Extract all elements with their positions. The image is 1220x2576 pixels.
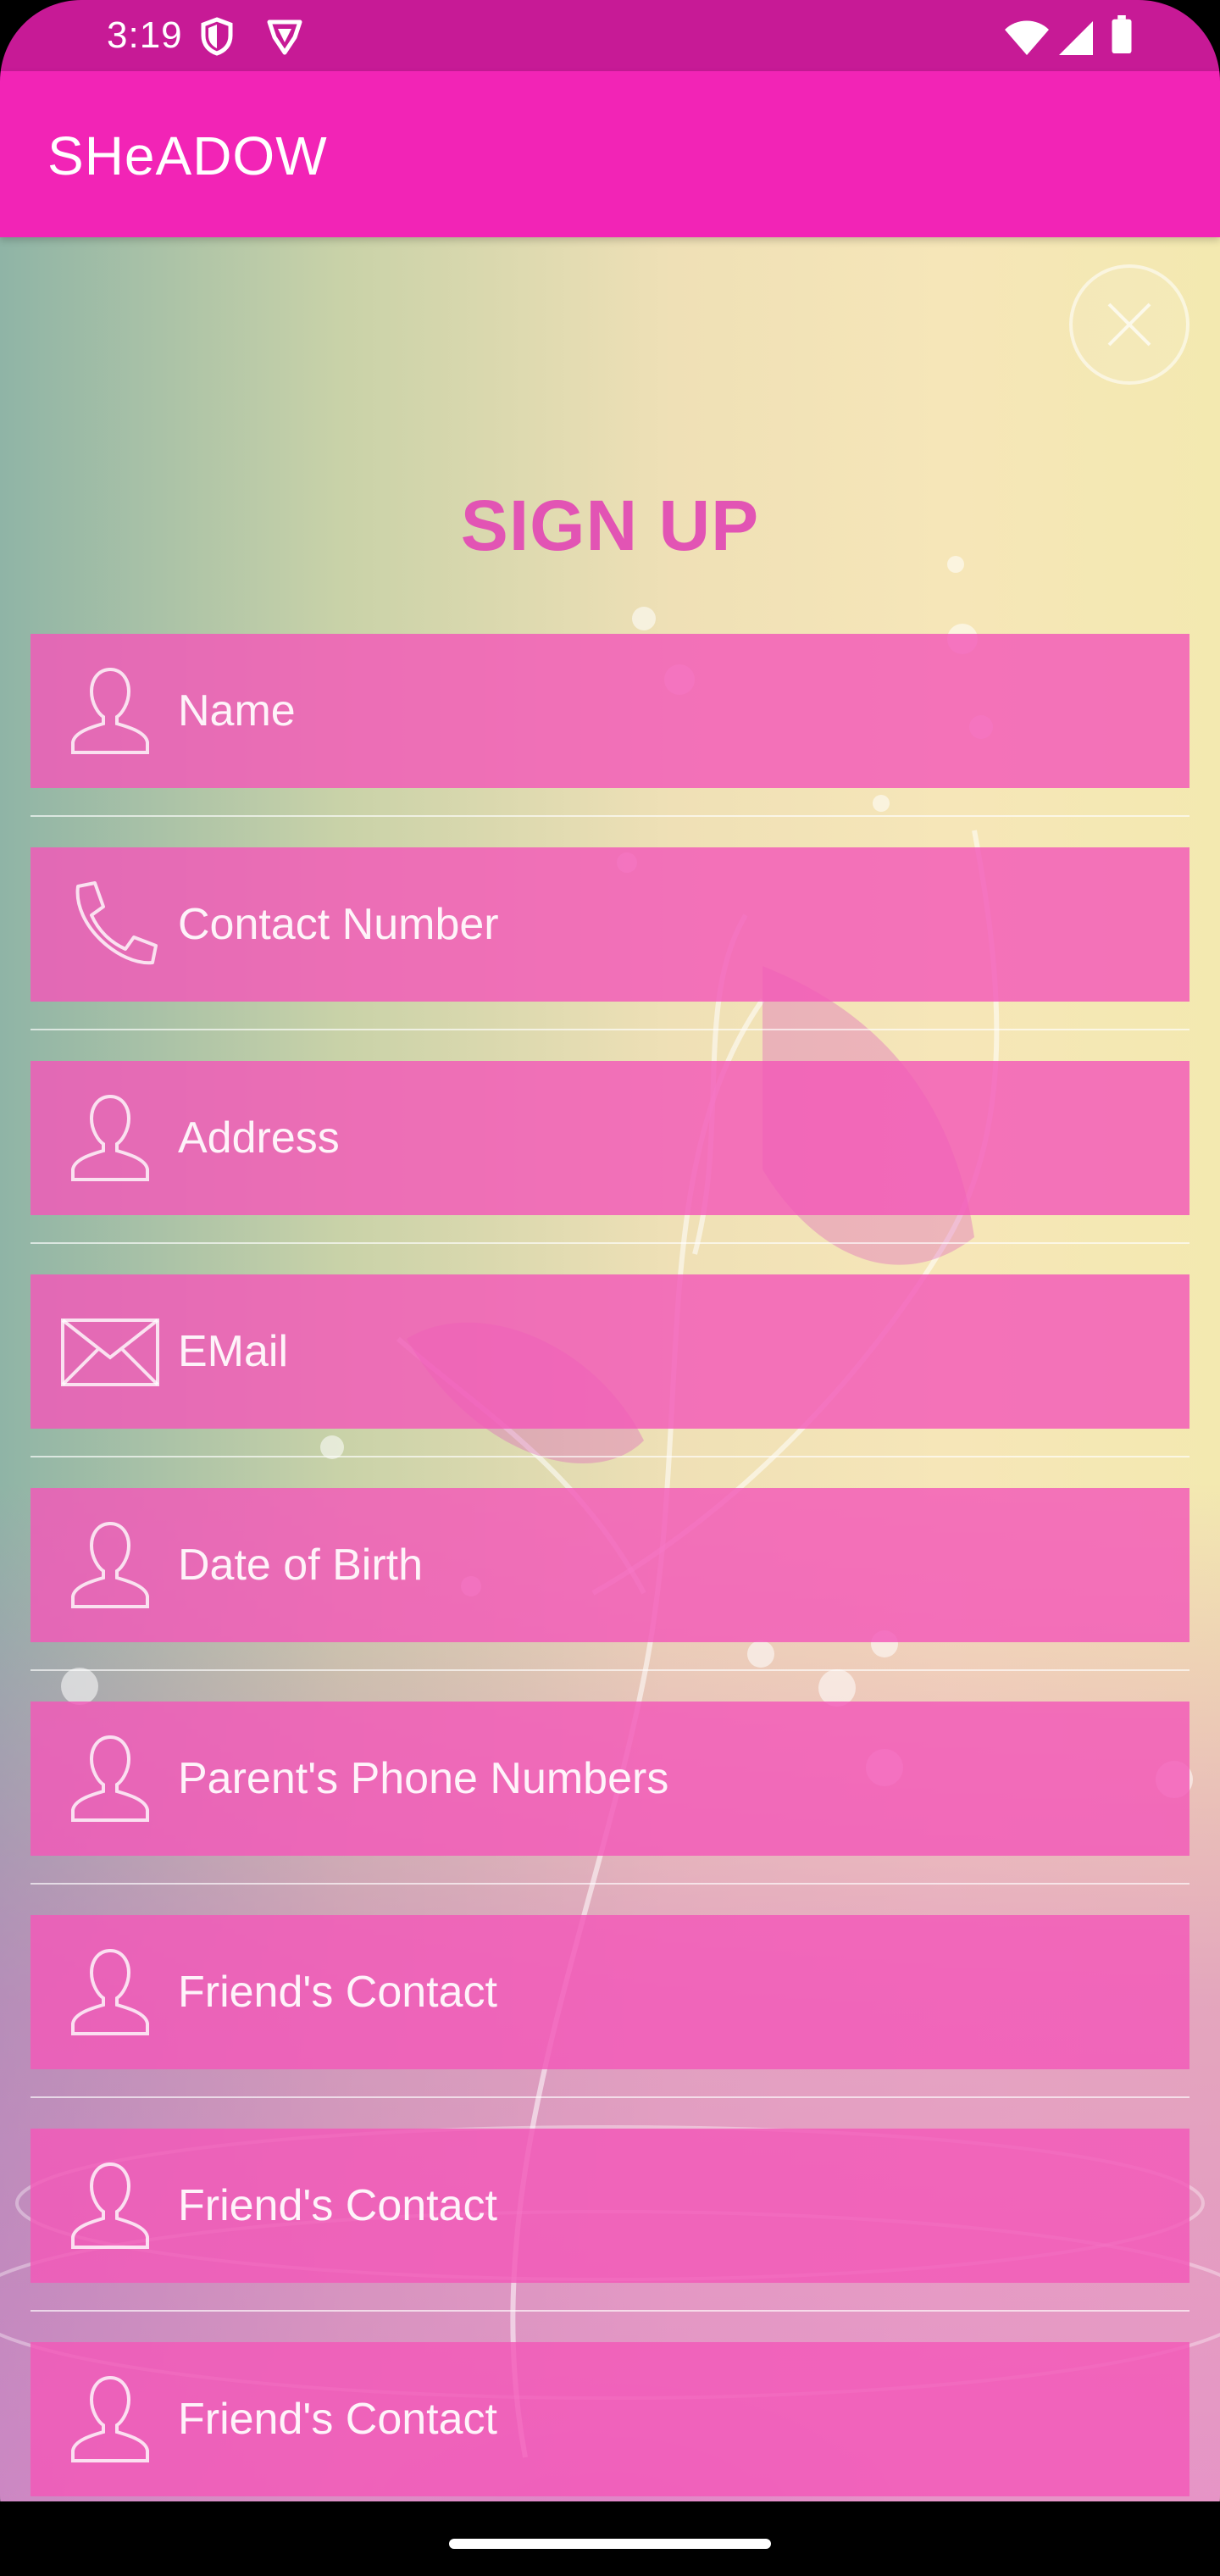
name-field[interactable] [30, 634, 1190, 788]
shield-icon [201, 17, 233, 56]
name-input[interactable] [178, 634, 1161, 788]
parents-phone-field[interactable] [30, 1702, 1190, 1856]
email-input[interactable] [178, 1274, 1161, 1429]
status-time: 3:19 [107, 14, 183, 56]
home-gesture-handle[interactable] [449, 2539, 771, 2549]
friend-contact-field-3[interactable] [30, 2342, 1190, 2496]
friend-contact-input-2[interactable] [178, 2129, 1161, 2283]
parents-phone-input[interactable] [178, 1702, 1161, 1856]
device-screen: 3:19 SHeADOW SIGN UP Name Contact Number… [0, 0, 1220, 2576]
navigation-bar [0, 2501, 1220, 2576]
field-divider [30, 2310, 1190, 2312]
friend-contact-input-1[interactable] [178, 1915, 1161, 2069]
friend-contact-input-3[interactable] [178, 2342, 1161, 2496]
contact-number-input[interactable] [178, 847, 1161, 1002]
field-divider [30, 815, 1190, 817]
phone-icon [75, 881, 158, 965]
form-title: SIGN UP [460, 486, 760, 565]
person-icon [71, 667, 149, 754]
field-divider [30, 1242, 1190, 1244]
address-field[interactable] [30, 1061, 1190, 1215]
signal-icon [1059, 21, 1093, 55]
app-bar: SHeADOW [0, 71, 1220, 237]
person-icon [71, 1094, 149, 1181]
wifi-icon [1005, 20, 1049, 55]
contact-number-field[interactable] [30, 847, 1190, 1002]
field-divider [30, 1456, 1190, 1457]
field-divider [30, 2096, 1190, 2098]
field-divider [30, 1029, 1190, 1030]
email-field[interactable] [30, 1274, 1190, 1429]
person-icon [71, 2375, 149, 2462]
vpn-shield-icon [267, 19, 302, 55]
close-icon [1107, 303, 1151, 347]
friend-contact-field-1[interactable] [30, 1915, 1190, 2069]
battery-icon [1112, 15, 1132, 54]
person-icon [71, 2162, 149, 2249]
date-of-birth-input[interactable] [178, 1488, 1161, 1642]
signup-screen: SIGN UP [0, 237, 1220, 2501]
app-title: SHeADOW [47, 125, 328, 186]
address-input[interactable] [178, 1061, 1161, 1215]
field-divider [30, 1883, 1190, 1885]
person-icon [71, 1735, 149, 1822]
close-button[interactable] [1069, 264, 1190, 385]
person-icon [71, 1521, 149, 1608]
field-divider [30, 1669, 1190, 1671]
person-icon [71, 1948, 149, 2035]
friend-contact-field-2[interactable] [30, 2129, 1190, 2283]
mail-icon [61, 1319, 159, 1386]
status-bar: 3:19 [0, 0, 1220, 71]
date-of-birth-field[interactable] [30, 1488, 1190, 1642]
